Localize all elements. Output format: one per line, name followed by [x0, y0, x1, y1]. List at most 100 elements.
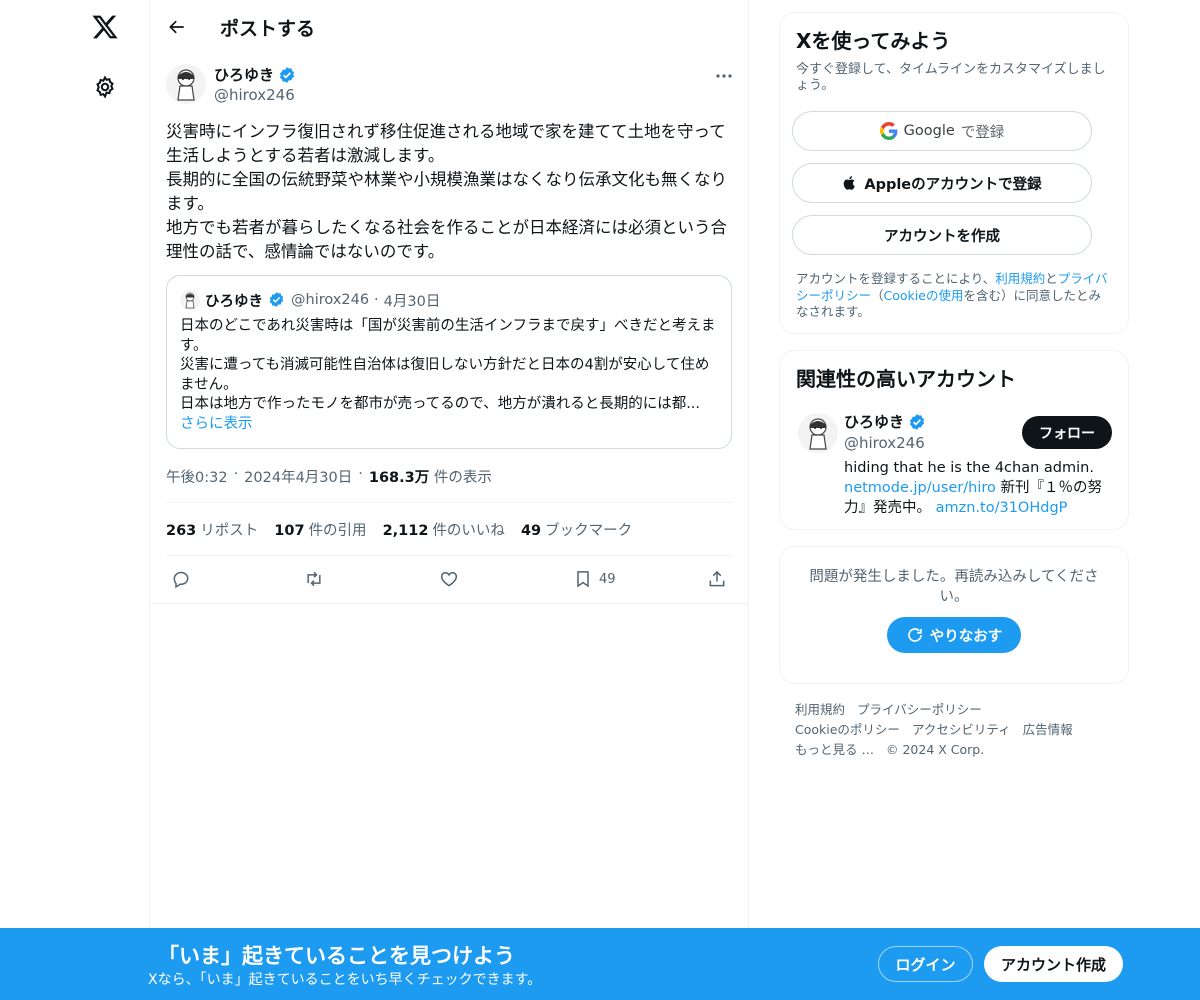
login-button[interactable]: ログイン: [878, 946, 973, 982]
signup-title: Xを使ってみよう: [796, 29, 951, 53]
create-account-label: アカウントを作成: [884, 228, 1000, 245]
repost-icon[interactable]: [303, 566, 325, 592]
gear-icon[interactable]: [88, 70, 122, 104]
footer-more-link[interactable]: もっと見る …: [795, 742, 874, 757]
bookmark-count: 49: [599, 571, 616, 587]
likes-count: 2,112: [382, 523, 429, 539]
separator-dot: ·: [374, 292, 379, 308]
bookmarks-label: ブックマーク: [545, 523, 633, 539]
error-card: 問題が発生しました。再読み込みしてください。 やりなおす: [779, 546, 1129, 684]
post-meta: 午後0:32 · 2024年4月30日 · 168.3万 件の表示: [166, 466, 492, 487]
signup-button[interactable]: アカウント作成: [984, 946, 1123, 982]
page-title: ポストする: [220, 17, 316, 40]
reply-icon[interactable]: [171, 566, 191, 592]
signup-subtitle: 今すぐ登録して、タイムラインをカスタマイズしましょう。: [796, 62, 1106, 93]
bio-text: hiding that he is the 4chan admin.: [844, 460, 1094, 476]
related-title: 関連性の高いアカウント: [796, 367, 1016, 391]
main-column: ポストする ひろゆき @hirox246 災害時にインフラ復旧されず移住促進され…: [150, 0, 749, 928]
view-count-label: 件の表示: [433, 470, 492, 486]
more-options-icon[interactable]: [712, 66, 736, 86]
apple-signup-button[interactable]: Appleのアカウントで登録: [792, 163, 1092, 203]
back-arrow-icon[interactable]: [164, 14, 190, 40]
legal-text: アカウントを登録することにより、利用規約とプライバシーポリシー（Cookieの使…: [796, 271, 1112, 321]
legal-prefix: アカウントを登録することにより、: [796, 271, 996, 286]
topbar: ポストする: [150, 0, 748, 54]
banner-subtitle: Xなら、「いま」起きていることをいち早くチェックできます。: [148, 972, 542, 988]
likes-label: 件のいいね: [432, 523, 505, 539]
separator-dot: ·: [233, 466, 239, 482]
refresh-icon: [907, 628, 922, 642]
copyright: © 2024 X Corp.: [885, 742, 985, 757]
legal-and: と: [1045, 271, 1058, 286]
quotes-count: 107: [274, 523, 305, 539]
footer-link[interactable]: Cookieのポリシー: [795, 722, 900, 737]
related-name-text: ひろゆき: [844, 413, 905, 431]
author-name[interactable]: ひろゆき: [214, 64, 296, 85]
create-account-button[interactable]: アカウントを作成: [792, 215, 1092, 255]
post-actions: 49: [166, 566, 736, 594]
x-logo-icon[interactable]: [88, 10, 122, 44]
google-brand: Google: [903, 123, 955, 139]
left-nav: [0, 0, 150, 928]
author-name-text: ひろゆき: [214, 66, 275, 84]
related-account-handle[interactable]: @hirox246: [844, 434, 925, 452]
view-count-number: 168.3万: [368, 470, 430, 486]
google-icon: [879, 122, 898, 140]
divider: [166, 502, 733, 503]
quote-date: 4月30日: [383, 293, 441, 310]
follow-button[interactable]: フォロー: [1022, 416, 1112, 449]
post-date[interactable]: 2024年4月30日: [244, 466, 352, 487]
retry-button[interactable]: やりなおす: [887, 617, 1021, 653]
related-account-name[interactable]: ひろゆき: [844, 411, 926, 432]
bookmarks-count: 49: [520, 523, 542, 539]
quotes-label: 件の引用: [308, 523, 367, 539]
retry-label: やりなおす: [929, 628, 1003, 645]
view-count: 168.3万 件の表示: [369, 466, 492, 487]
apple-icon: [844, 176, 856, 190]
cookie-link[interactable]: Cookieの使用: [884, 288, 964, 303]
show-more-link[interactable]: さらに表示: [180, 415, 718, 435]
footer-link[interactable]: 広告情報: [1023, 722, 1073, 737]
avatar: [180, 290, 200, 310]
quote-author-handle: @hirox246: [291, 292, 370, 308]
quotes-stat[interactable]: 107 件の引用: [274, 519, 366, 540]
post-author: ひろゆき @hirox246: [166, 64, 736, 108]
likes-stat[interactable]: 2,112 件のいいね: [383, 519, 505, 540]
reposts-stat[interactable]: 263 リポスト: [166, 519, 258, 540]
quote-text: 日本のどこであれ災害時は「国が災害前の生活インフラまで戻す」べきだと考えます。 …: [180, 318, 716, 412]
footer-link[interactable]: 利用規約: [795, 702, 845, 717]
post-stats: 263 リポスト 107 件の引用 2,112 件のいいね 49 ブックマーク: [166, 519, 632, 540]
bio-link[interactable]: amzn.to/31OHdgP: [936, 500, 1068, 516]
legal-paren: （: [871, 287, 884, 303]
footer-links: 利用規約 プライバシーポリシー Cookieのポリシー アクセシビリティ 広告情報 も…: [795, 700, 1115, 760]
bio-link[interactable]: netmode.jp/user/hiro: [844, 480, 996, 496]
related-account-bio: hiding that he is the 4chan admin. netmo…: [844, 458, 1114, 518]
divider: [166, 555, 733, 556]
footer-link[interactable]: プライバシーポリシー: [857, 702, 982, 717]
terms-link[interactable]: 利用規約: [995, 271, 1045, 286]
related-accounts-card: 関連性の高いアカウント ひろゆき @hirox246 フォロー hiding t…: [779, 350, 1129, 530]
quote-header: ひろゆき @hirox246 · 4月30日: [180, 289, 718, 311]
author-handle[interactable]: @hirox246: [214, 86, 295, 104]
divider: [150, 603, 749, 604]
banner-title: 「いま」起きていることを見つけよう: [158, 944, 515, 968]
like-icon[interactable]: [439, 566, 459, 592]
google-signup-button[interactable]: Google で登録: [792, 111, 1092, 151]
signup-banner: 「いま」起きていることを見つけよう Xなら、「いま」起きていることをいち早くチェ…: [0, 928, 1200, 1000]
verified-badge-icon: [278, 66, 296, 84]
verified-badge-icon: [908, 413, 926, 431]
post-time[interactable]: 午後0:32: [166, 466, 228, 487]
reposts-label: リポスト: [200, 523, 259, 539]
bookmark-button[interactable]: 49: [573, 566, 616, 592]
bookmarks-stat[interactable]: 49 ブックマーク: [521, 519, 632, 540]
separator-dot: ·: [358, 466, 363, 482]
footer-link[interactable]: アクセシビリティ: [912, 722, 1011, 737]
avatar[interactable]: [798, 413, 838, 453]
post-text: 災害時にインフラ復旧されず移住促進される地域で家を建てて土地を守って生活しようと…: [166, 122, 727, 261]
avatar[interactable]: [166, 64, 206, 104]
quoted-post[interactable]: ひろゆき @hirox246 · 4月30日 日本のどこであれ災害時は「国が災害…: [166, 275, 732, 449]
verified-badge-icon: [268, 291, 286, 309]
share-icon[interactable]: [707, 566, 727, 592]
apple-signup-label: Appleのアカウントで登録: [864, 176, 1042, 193]
signup-card: Xを使ってみよう 今すぐ登録して、タイムラインをカスタマイズしましょう。 Goo…: [779, 12, 1129, 334]
